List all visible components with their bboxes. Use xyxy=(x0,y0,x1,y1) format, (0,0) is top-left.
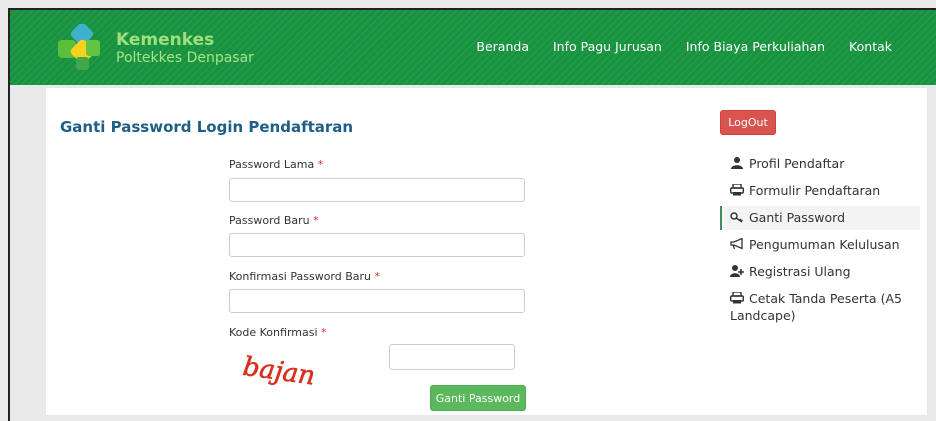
brand[interactable]: Kemenkes Poltekkes Denpasar xyxy=(116,30,254,66)
user-icon xyxy=(731,157,743,169)
required-mark: * xyxy=(317,158,324,171)
sidebar-item-cetak-tanda-peserta[interactable]: Cetak Tanda Peserta (A5 Landcape) xyxy=(720,290,920,324)
kemenkes-logo xyxy=(58,24,100,70)
nav-beranda[interactable]: Beranda xyxy=(476,39,529,54)
main-panel: Ganti Password Login Pendaftaran Passwor… xyxy=(46,88,927,415)
required-mark: * xyxy=(313,214,319,227)
change-password-button[interactable]: Ganti Password xyxy=(430,385,526,411)
required-mark: * xyxy=(374,270,381,283)
bullhorn-icon xyxy=(730,238,743,250)
printer-icon xyxy=(730,292,744,304)
logout-button[interactable]: LogOut xyxy=(720,110,776,135)
sidebar-item-profil-pendaftar[interactable]: Profil Pendaftar xyxy=(720,155,920,173)
brand-name: Kemenkes xyxy=(116,30,215,50)
page-title: Ganti Password Login Pendaftaran xyxy=(60,118,354,136)
sidebar-item-formulir-pendaftaran[interactable]: Formulir Pendaftaran xyxy=(720,182,920,200)
old-password-label: Password Lama * xyxy=(229,158,324,171)
key-icon xyxy=(730,212,743,223)
sidebar-item-label: Pengumuman Kelulusan xyxy=(749,237,900,252)
nav-kontak[interactable]: Kontak xyxy=(849,39,892,54)
sidebar-item-label: Profil Pendaftar xyxy=(749,156,845,171)
brand-subtitle: Poltekkes Denpasar xyxy=(116,50,254,66)
sidebar-item-ganti-password[interactable]: Ganti Password xyxy=(720,206,920,230)
nav-info-pagu-jurusan[interactable]: Info Pagu Jurusan xyxy=(553,39,662,54)
new-password-label: Password Baru * xyxy=(229,214,319,227)
sidebar-item-label: Formulir Pendaftaran xyxy=(749,183,881,198)
confirm-password-label: Konfirmasi Password Baru * xyxy=(229,270,381,283)
svg-text:bajan: bajan xyxy=(241,352,317,390)
sidebar-item-registrasi-ulang[interactable]: Registrasi Ulang xyxy=(720,263,920,281)
sidebar-item-label: Registrasi Ulang xyxy=(749,264,851,279)
browser-viewport: Kemenkes Poltekkes Denpasar Beranda Info… xyxy=(8,8,936,421)
sidebar-item-pengumuman-kelulusan[interactable]: Pengumuman Kelulusan xyxy=(720,236,920,254)
required-mark: * xyxy=(321,326,327,339)
confirm-password-input[interactable] xyxy=(229,289,525,313)
nav-info-biaya-perkuliahan[interactable]: Info Biaya Perkuliahan xyxy=(686,39,825,54)
captcha-label: Kode Konfirmasi * xyxy=(229,326,327,339)
printer-icon xyxy=(730,184,744,196)
sidebar-item-label: Cetak Tanda Peserta (A5 Landcape) xyxy=(730,291,902,323)
new-password-input[interactable] xyxy=(229,233,525,257)
captcha-input[interactable] xyxy=(389,344,515,370)
user-add-icon xyxy=(730,265,744,277)
captcha-image: bajan xyxy=(241,352,317,390)
top-nav: Beranda Info Pagu Jurusan Info Biaya Per… xyxy=(476,39,892,54)
sidebar-item-label: Ganti Password xyxy=(749,210,846,225)
old-password-input[interactable] xyxy=(229,178,525,202)
navbar: Kemenkes Poltekkes Denpasar Beranda Info… xyxy=(10,10,936,85)
